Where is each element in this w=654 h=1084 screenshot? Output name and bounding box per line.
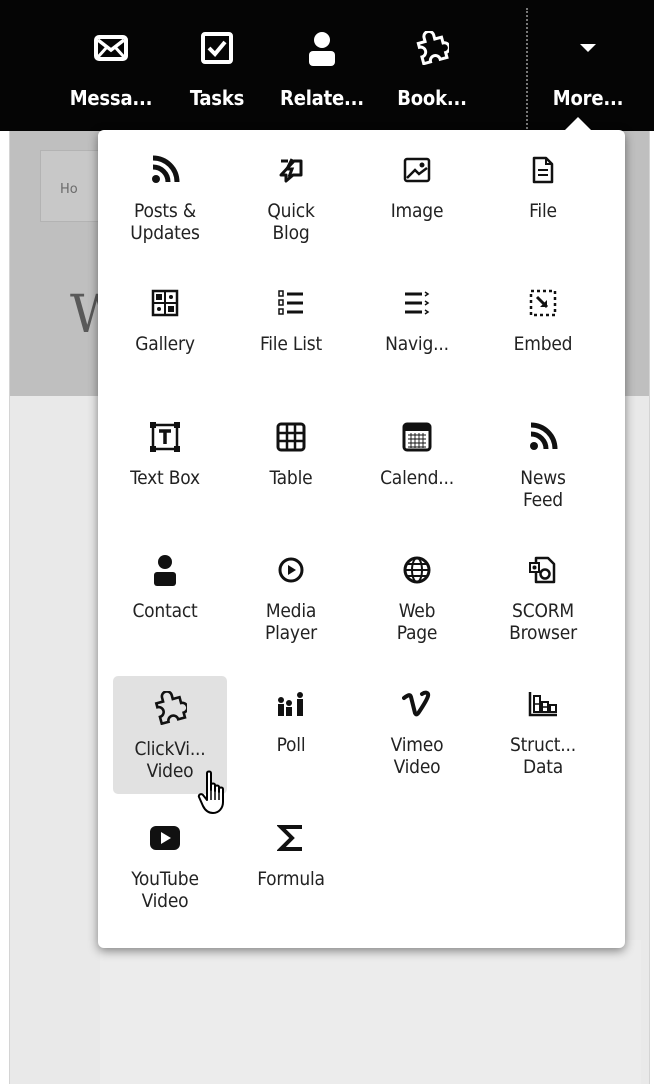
menu-item-youtube-video[interactable]: YouTube Video <box>108 806 222 924</box>
news-feed-icon <box>523 417 563 457</box>
file-icon <box>523 150 563 190</box>
calendar-icon <box>397 417 437 457</box>
menu-item-embed[interactable]: Embed <box>486 271 600 389</box>
menu-item-poll[interactable]: Poll <box>234 672 348 790</box>
caret-down-icon <box>578 28 598 68</box>
insert-widget-menu: Posts & Updates Quick Blog Image File Ga… <box>98 130 625 948</box>
toolbar-bookmarks-label: Book... <box>397 86 467 110</box>
gallery-icon <box>145 283 185 323</box>
contact-icon <box>145 550 185 590</box>
menu-item-label: Quick Blog <box>267 200 315 244</box>
toolbar-related-label: Relate... <box>280 86 364 110</box>
text-box-icon <box>145 417 185 457</box>
file-list-icon <box>271 283 311 323</box>
toolbar-tasks-label: Tasks <box>189 86 245 110</box>
menu-item-file-list[interactable]: File List <box>234 271 348 389</box>
menu-item-label: Web Page <box>396 600 438 644</box>
menu-item-label: Calend... <box>380 467 454 489</box>
globe-icon <box>397 550 437 590</box>
vimeo-icon <box>397 684 437 724</box>
menu-item-label: News Feed <box>520 467 566 511</box>
puzzle-icon <box>415 28 449 68</box>
menu-item-label: YouTube Video <box>131 868 199 912</box>
toolbar-tasks-button[interactable]: Tasks <box>172 0 262 131</box>
checkbox-icon <box>201 28 233 68</box>
hand-cursor-icon <box>197 770 231 816</box>
menu-item-quick-blog[interactable]: Quick Blog <box>234 138 348 256</box>
menu-item-label: ClickVi... Video <box>134 738 206 782</box>
menu-item-label: Image <box>390 200 444 222</box>
toolbar-related-button[interactable]: Relate... <box>272 0 372 131</box>
menu-item-calendar[interactable]: Calend... <box>360 405 474 523</box>
popup-pointer <box>563 117 593 132</box>
puzzle-icon <box>150 688 190 728</box>
background-panel <box>100 940 641 1084</box>
toolbar-messages-button[interactable]: Messa... <box>58 0 164 131</box>
menu-item-label: Vimeo Video <box>390 734 444 778</box>
toolbar-bookmarks-button[interactable]: Book... <box>382 0 482 131</box>
person-icon <box>307 28 337 68</box>
youtube-icon <box>145 818 185 858</box>
menu-item-news-feed[interactable]: News Feed <box>486 405 600 523</box>
menu-item-media-player[interactable]: Media Player <box>234 538 348 656</box>
embed-icon <box>523 283 563 323</box>
table-icon <box>271 417 311 457</box>
menu-item-label: File List <box>260 333 322 355</box>
menu-item-web-page[interactable]: Web Page <box>360 538 474 656</box>
menu-item-file[interactable]: File <box>486 138 600 256</box>
menu-item-label: Formula <box>257 868 325 890</box>
toolbar-more-button[interactable]: More... <box>536 0 640 131</box>
menu-item-label: Contact <box>132 600 198 622</box>
menu-item-table[interactable]: Table <box>234 405 348 523</box>
menu-item-vimeo-video[interactable]: Vimeo Video <box>360 672 474 790</box>
menu-item-label: Poll <box>276 734 306 756</box>
menu-item-label: Media Player <box>265 600 317 644</box>
menu-item-formula[interactable]: Formula <box>234 806 348 924</box>
rss-icon <box>145 150 185 190</box>
menu-item-gallery[interactable]: Gallery <box>108 271 222 389</box>
menu-item-scorm-browser[interactable]: SCORM Browser <box>486 538 600 656</box>
menu-item-label: Table <box>269 467 313 489</box>
menu-item-label: SCORM Browser <box>509 600 577 644</box>
toolbar-messages-label: Messa... <box>69 86 153 110</box>
menu-item-label: Struct... Data <box>510 734 576 778</box>
menu-item-label: Gallery <box>135 333 195 355</box>
poll-icon <box>271 684 311 724</box>
scorm-icon <box>523 550 563 590</box>
menu-item-image[interactable]: Image <box>360 138 474 256</box>
menu-item-contact[interactable]: Contact <box>108 538 222 656</box>
menu-item-navigation[interactable]: Navig... <box>360 271 474 389</box>
menu-item-label: Text Box <box>130 467 200 489</box>
sigma-icon <box>271 818 311 858</box>
menu-item-posts-updates[interactable]: Posts & Updates <box>108 138 222 256</box>
top-toolbar: Messa... Tasks Relate... Book... More... <box>0 0 654 131</box>
menu-item-text-box[interactable]: Text Box <box>108 405 222 523</box>
background-tab-label: Ho <box>60 182 78 197</box>
toolbar-more-label: More... <box>552 86 624 110</box>
image-icon <box>397 150 437 190</box>
menu-item-label: Embed <box>513 333 573 355</box>
menu-item-label: Navig... <box>385 333 449 355</box>
menu-item-label: Posts & Updates <box>130 200 200 244</box>
menu-item-label: File <box>529 200 557 222</box>
navigation-icon <box>397 283 437 323</box>
menu-item-structured-data[interactable]: Struct... Data <box>486 672 600 790</box>
envelope-icon <box>94 28 128 68</box>
toolbar-divider <box>526 8 528 129</box>
structured-data-icon <box>523 684 563 724</box>
quick-blog-icon <box>271 150 311 190</box>
media-player-icon <box>271 550 311 590</box>
